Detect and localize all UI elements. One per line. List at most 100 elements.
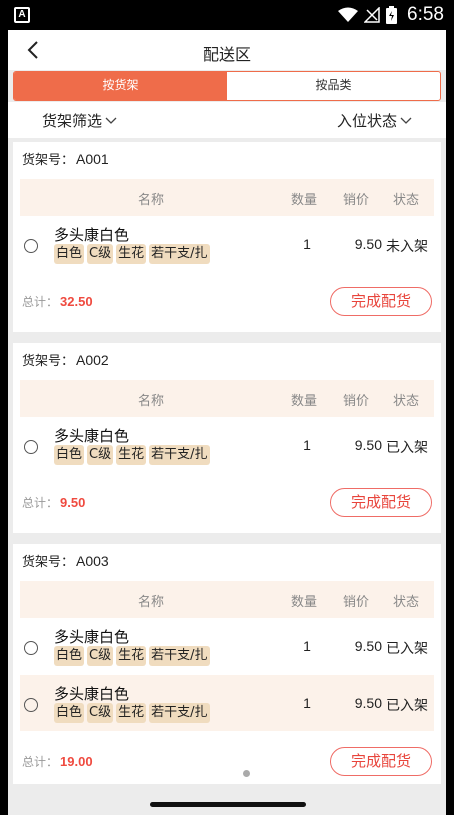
battery-icon xyxy=(386,6,398,24)
shelf-total: 总计： 9.50 xyxy=(22,494,85,511)
chevron-down-icon xyxy=(105,117,117,124)
shelf-card: 货架号： A003 名称 数量 销价 状态 多头康白色 白色 C级 生花 若干支/… xyxy=(13,544,441,784)
item-state: 已入架 xyxy=(386,440,428,456)
table-header: 名称 数量 销价 状态 xyxy=(20,581,434,618)
tag-grade: C级 xyxy=(87,244,114,264)
column-qty: 数量 xyxy=(291,394,318,409)
app-notification-icon: A xyxy=(14,7,30,23)
status-icons: 6:58 xyxy=(338,4,444,26)
table-row: 多头康白色 白色 C级 生花 若干支/扎 1 9.50 已入架 xyxy=(20,675,434,731)
tag-color: 白色 xyxy=(54,703,85,723)
tag-type: 生花 xyxy=(116,445,147,465)
shelf-card: 货架号： A002 名称 数量 销价 状态 多头康白色 白色 C级 生花 若干支/… xyxy=(13,343,441,533)
product-name: 多头康白色 xyxy=(54,226,130,244)
tag-type: 生花 xyxy=(116,646,147,666)
complete-distribution-button[interactable]: 完成配货 xyxy=(330,488,432,517)
total-amount: 32.50 xyxy=(60,294,93,309)
column-qty: 数量 xyxy=(291,193,318,208)
tag-grade: C级 xyxy=(87,445,114,465)
column-state: 状态 xyxy=(393,394,420,409)
shelf-number: 货架号： A003 xyxy=(22,551,109,570)
tag-grade: C级 xyxy=(87,703,114,723)
chevron-down-icon xyxy=(400,117,412,124)
item-state: 已入架 xyxy=(386,698,428,714)
shelf-number-label: 货架号： xyxy=(22,153,75,168)
tab-by-shelf[interactable]: 按货架 xyxy=(14,72,227,100)
app-screen: 配送区 按货架 按品类 货架筛选 入位状态 货架号： A001 名称 数量 销价 … xyxy=(8,30,446,815)
scroll-indicator-dot xyxy=(243,770,250,777)
table-row: 多头康白色 白色 C级 生花 若干支/扎 1 9.50 已入架 xyxy=(20,417,434,473)
product-tags: 白色 C级 生花 若干支/扎 xyxy=(54,646,210,666)
column-state: 状态 xyxy=(393,595,420,610)
shelf-number: 货架号： A002 xyxy=(22,350,109,369)
complete-distribution-button[interactable]: 完成配货 xyxy=(330,747,432,776)
column-price: 销价 xyxy=(343,595,370,610)
shelf-filter-dropdown[interactable]: 货架筛选 xyxy=(42,110,117,131)
home-indicator[interactable] xyxy=(150,802,306,807)
item-state: 已入架 xyxy=(386,641,428,657)
total-label: 总计： xyxy=(22,496,59,510)
item-price: 9.50 xyxy=(354,437,382,453)
shelf-filter-label: 货架筛选 xyxy=(42,112,103,130)
shelf-number-label: 货架号： xyxy=(22,354,75,369)
clock: 6:58 xyxy=(407,4,444,25)
tag-pack: 若干支/扎 xyxy=(149,703,210,723)
item-qty: 1 xyxy=(303,437,311,453)
tag-grade: C级 xyxy=(87,646,114,666)
product-name: 多头康白色 xyxy=(54,628,130,646)
tag-pack: 若干支/扎 xyxy=(149,244,210,264)
select-radio[interactable] xyxy=(24,698,38,712)
item-price: 9.50 xyxy=(354,638,382,654)
select-radio[interactable] xyxy=(24,641,38,655)
product-tags: 白色 C级 生花 若干支/扎 xyxy=(54,244,210,264)
total-label: 总计： xyxy=(22,295,59,309)
tag-color: 白色 xyxy=(54,244,85,264)
column-name: 名称 xyxy=(138,193,165,208)
tag-color: 白色 xyxy=(54,646,85,666)
tag-type: 生花 xyxy=(116,244,147,264)
complete-distribution-button[interactable]: 完成配货 xyxy=(330,287,432,316)
table-row: 多头康白色 白色 C级 生花 若干支/扎 1 9.50 已入架 xyxy=(20,618,434,674)
product-tags: 白色 C级 生花 若干支/扎 xyxy=(54,445,210,465)
table-row: 多头康白色 白色 C级 生花 若干支/扎 1 9.50 未入架 xyxy=(20,216,434,272)
item-price: 9.50 xyxy=(354,236,382,252)
column-state: 状态 xyxy=(393,193,420,208)
status-bar: A 6:58 xyxy=(0,0,454,30)
shelf-card: 货架号： A001 名称 数量 销价 状态 多头康白色 白色 C级 生花 若干支/… xyxy=(13,142,441,332)
tab-by-category[interactable]: 按品类 xyxy=(227,72,440,100)
page-title: 配送区 xyxy=(202,45,251,64)
select-radio[interactable] xyxy=(24,239,38,253)
product-name: 多头康白色 xyxy=(54,427,130,445)
nav-bar: 配送区 xyxy=(8,30,446,70)
signal-icon xyxy=(364,7,380,23)
wifi-icon xyxy=(338,7,359,22)
item-state: 未入架 xyxy=(386,239,428,255)
placement-status-label: 入位状态 xyxy=(336,112,397,130)
item-qty: 1 xyxy=(303,236,311,252)
total-label: 总计： xyxy=(22,755,59,769)
shelf-code: A003 xyxy=(76,553,109,569)
total-amount: 9.50 xyxy=(60,495,86,510)
placement-status-dropdown[interactable]: 入位状态 xyxy=(337,110,412,131)
tag-type: 生花 xyxy=(116,703,147,723)
total-amount: 19.00 xyxy=(60,754,93,769)
product-name: 多头康白色 xyxy=(54,685,130,703)
shelf-total: 总计： 32.50 xyxy=(22,293,93,310)
item-qty: 1 xyxy=(303,638,311,654)
item-qty: 1 xyxy=(303,695,311,711)
table-header: 名称 数量 销价 状态 xyxy=(20,380,434,417)
column-price: 销价 xyxy=(343,394,370,409)
column-price: 销价 xyxy=(343,193,370,208)
tab-bar: 按货架 按品类 xyxy=(13,71,441,101)
shelf-code: A002 xyxy=(76,352,109,368)
shelf-number-label: 货架号： xyxy=(22,555,75,570)
filter-bar: 货架筛选 入位状态 xyxy=(8,102,446,138)
shelf-total: 总计： 19.00 xyxy=(22,753,93,770)
table-header: 名称 数量 销价 状态 xyxy=(20,179,434,216)
select-radio[interactable] xyxy=(24,440,38,454)
tag-pack: 若干支/扎 xyxy=(149,445,210,465)
tag-color: 白色 xyxy=(54,445,85,465)
column-name: 名称 xyxy=(138,595,165,610)
shelf-number: 货架号： A001 xyxy=(22,149,109,168)
column-name: 名称 xyxy=(138,394,165,409)
